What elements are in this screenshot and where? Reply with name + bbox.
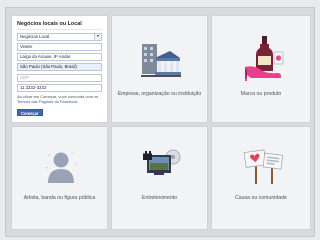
building-icon	[141, 44, 181, 77]
start-button[interactable]: Começar	[17, 109, 43, 116]
tile-brand[interactable]: Marca ou produto	[211, 15, 311, 123]
tile-company[interactable]: Empresa, organização ou instituição	[111, 15, 208, 123]
category-select[interactable]: Negócios Local ▼	[17, 33, 102, 41]
phone-field[interactable]: 11 3232-3232	[17, 84, 102, 92]
tile-local-business: Negócios locais ou Local Negócios Local …	[11, 15, 108, 123]
city-field[interactable]: São Paulo (São Paulo, Brasil)	[17, 63, 102, 71]
movie-and-tv-icon	[143, 149, 181, 175]
tile-artist-label: Artista, banda ou figura pública	[23, 195, 96, 201]
tile-artist[interactable]: Artista, banda ou figura pública	[11, 126, 108, 230]
category-select-value: Negócios Local	[20, 34, 50, 39]
person-silhouette-icon	[46, 152, 77, 183]
tile-company-label: Empresa, organização ou instituição	[117, 91, 202, 97]
terms-notice: Ao clicar em Começar, você concorda com …	[17, 94, 105, 105]
tile-cause[interactable]: Causa ou comunidade	[211, 126, 311, 230]
tile-entertainment-label: Entretenimento	[141, 195, 178, 201]
address-field[interactable]: Largo do Arouxe, 8º Andar	[17, 53, 102, 61]
page-type-chooser: Negócios locais ou Local Negócios Local …	[5, 7, 315, 237]
zip-field[interactable]: CEP	[17, 74, 102, 82]
business-name-field[interactable]: Veüter	[17, 43, 102, 51]
sign-boards-icon	[243, 149, 284, 184]
shoe-and-bottle-icon	[245, 36, 284, 81]
terms-link[interactable]: Termos das Páginas do Facebook	[17, 99, 77, 104]
tile-local-business-title: Negócios locais ou Local	[17, 21, 82, 27]
tile-entertainment[interactable]: Entretenimento	[111, 126, 208, 230]
tile-cause-label: Causa ou comunidade	[235, 195, 287, 201]
terms-prefix: Ao clicar em Começar, você concorda com	[17, 94, 94, 99]
terms-suffix: .	[77, 99, 79, 105]
chevron-down-icon: ▼	[94, 34, 101, 40]
divider	[17, 29, 102, 30]
terms-link-prefix: os	[94, 94, 99, 99]
tile-brand-label: Marca ou produto	[240, 91, 282, 97]
